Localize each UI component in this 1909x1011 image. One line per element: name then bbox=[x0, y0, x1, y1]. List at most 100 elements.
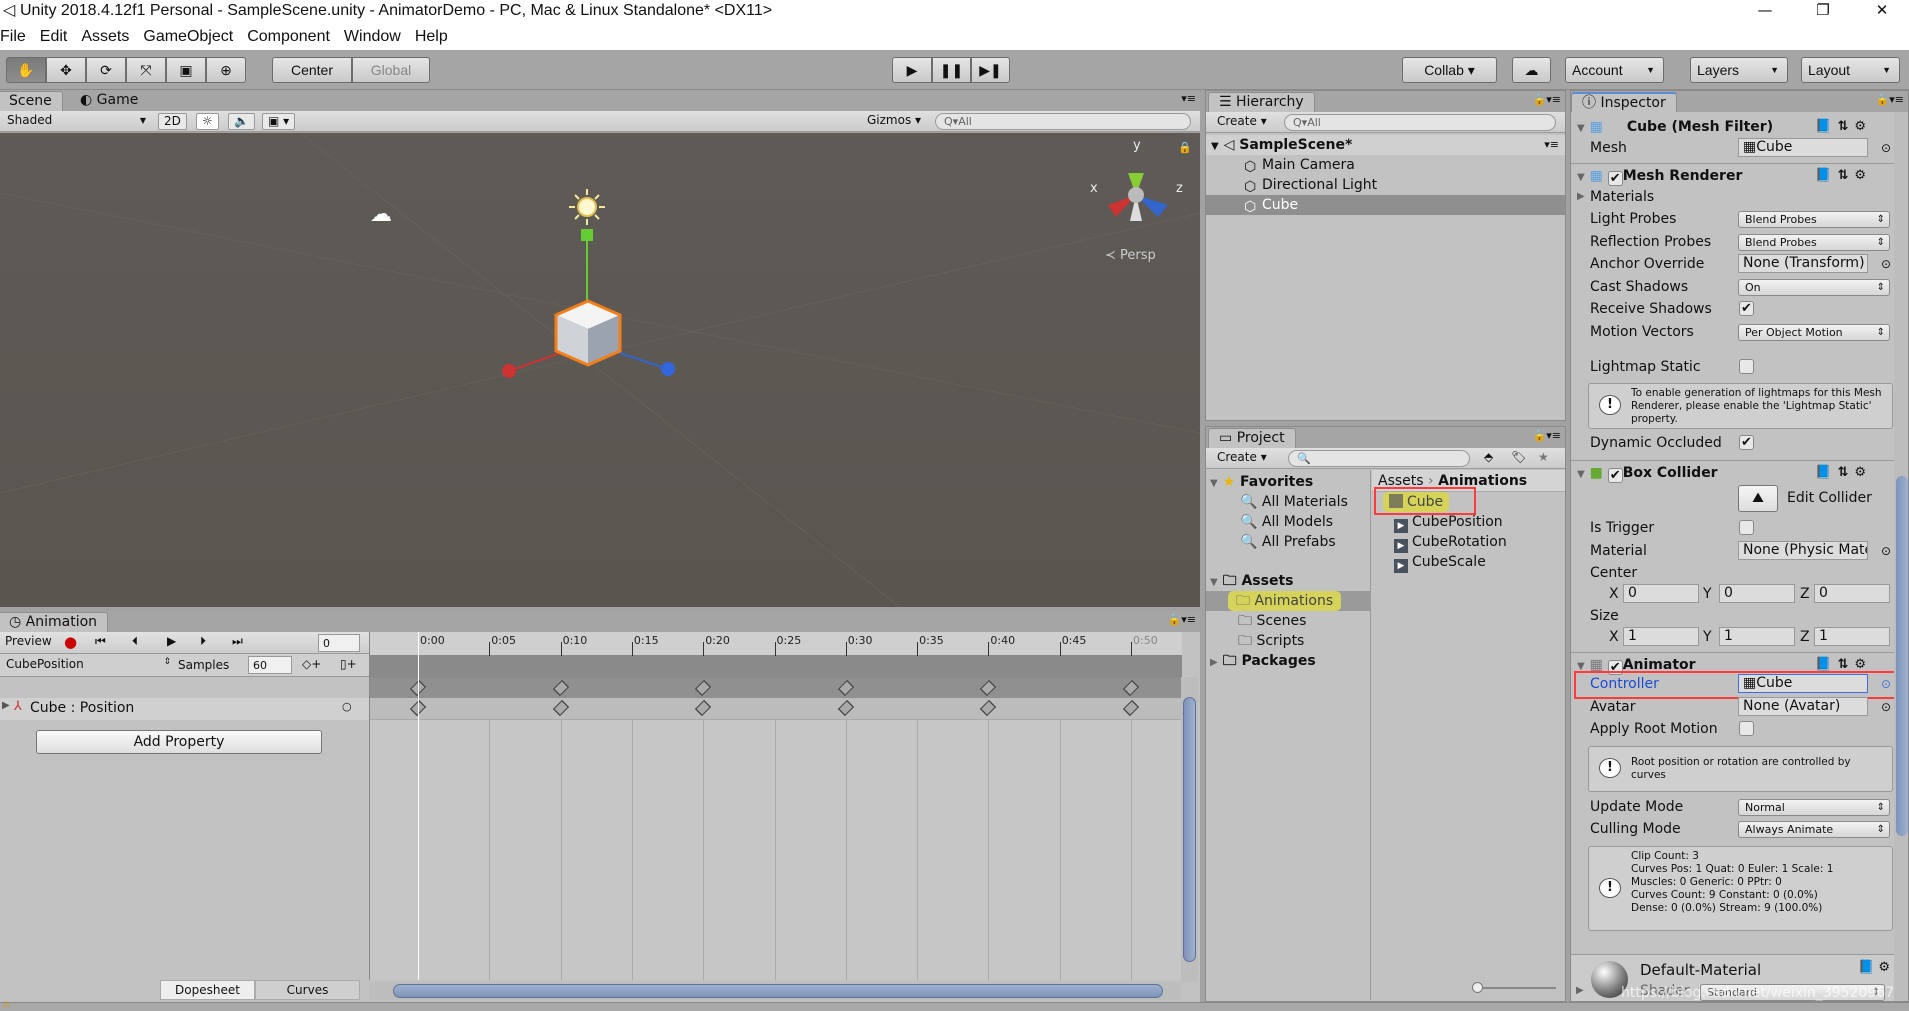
panel-menu-icon[interactable]: ▾≡ bbox=[1181, 92, 1196, 105]
account-dropdown[interactable]: Account ▼ bbox=[1565, 57, 1664, 83]
move-tool-icon[interactable]: ✥ bbox=[46, 57, 86, 83]
persp-label[interactable]: ≺ Persp bbox=[1105, 248, 1156, 263]
favorite-star-icon[interactable]: ★ bbox=[1538, 450, 1549, 464]
tab-inspector[interactable]: ⓘ Inspector bbox=[1571, 92, 1677, 112]
favorites-node[interactable]: ▼ ★ Favorites bbox=[1210, 472, 1313, 492]
rect-tool-icon[interactable]: ▣ bbox=[166, 57, 206, 83]
object-picker-icon[interactable]: ⊙ bbox=[1881, 541, 1891, 561]
cast-shadows-dropdown[interactable]: On bbox=[1738, 279, 1890, 296]
receive-shadows-checkbox[interactable]: ✔ bbox=[1739, 301, 1754, 316]
playhead[interactable] bbox=[418, 632, 419, 980]
light-probes-dropdown[interactable]: Blend Probes bbox=[1738, 211, 1890, 228]
menu-window[interactable]: Window bbox=[344, 28, 401, 45]
play-icon[interactable]: ▶ bbox=[167, 634, 176, 648]
panel-menu-icon[interactable]: 🔒▾≡ bbox=[1533, 93, 1561, 106]
next-key-icon[interactable]: ⏵ bbox=[200, 634, 206, 649]
2d-toggle[interactable]: 2D bbox=[158, 113, 187, 130]
collab-button[interactable]: Collab ▾ bbox=[1402, 57, 1497, 83]
tab-game[interactable]: ◐ Game bbox=[70, 91, 148, 111]
status-bar[interactable]: ⚠ bbox=[0, 1000, 1909, 1011]
is-trigger-checkbox[interactable] bbox=[1739, 520, 1754, 535]
scrollbar-thumb[interactable] bbox=[1896, 476, 1908, 836]
step-icon[interactable]: ▶❚ bbox=[971, 57, 1010, 83]
transform-tool-icon[interactable]: ⊕ bbox=[206, 57, 246, 83]
property-options-icon[interactable]: ○ bbox=[342, 700, 352, 713]
tab-project[interactable]: ▭ Project bbox=[1208, 428, 1296, 448]
cloud-icon[interactable]: ☁ bbox=[1512, 57, 1551, 83]
component-help-settings-icons[interactable]: 📘 ⚙ bbox=[1858, 960, 1890, 975]
prev-key-icon[interactable]: ⏴ bbox=[132, 634, 138, 649]
scrollbar-thumb[interactable] bbox=[393, 984, 1163, 998]
hierarchy-item[interactable]: ⬡ Main Camera bbox=[1206, 155, 1565, 175]
gizmos-dropdown[interactable]: Gizmos ▾ bbox=[862, 113, 926, 130]
keyframe-diamond[interactable] bbox=[980, 679, 997, 697]
hand-tool-icon[interactable]: ✋ bbox=[6, 57, 46, 83]
keyframe-diamond[interactable] bbox=[695, 699, 712, 717]
avatar-field[interactable]: None (Avatar) bbox=[1738, 697, 1868, 716]
hierarchy-item-selected[interactable]: ⬡ Cube bbox=[1206, 195, 1565, 215]
add-event-icon[interactable]: ▯+ bbox=[340, 657, 357, 671]
packages-node[interactable]: ▶ 🗀 Packages bbox=[1210, 651, 1316, 671]
tab-animation[interactable]: ◷ Animation bbox=[0, 612, 109, 632]
lightmap-static-checkbox[interactable] bbox=[1739, 359, 1754, 374]
sun-icon[interactable] bbox=[569, 189, 605, 225]
project-search-input[interactable]: 🔍 bbox=[1288, 450, 1470, 467]
folder-item[interactable]: 🗀 Scripts bbox=[1238, 631, 1304, 651]
filter-label-icon[interactable]: 🏷 bbox=[1511, 450, 1526, 464]
minimize-button[interactable]: — bbox=[1745, 0, 1785, 22]
hierarchy-search-input[interactable]: Q▾All bbox=[1284, 114, 1556, 131]
center-y-input[interactable]: 0 bbox=[1719, 584, 1795, 603]
keyframe-diamond[interactable] bbox=[552, 699, 569, 717]
vertical-scrollbar[interactable] bbox=[1181, 677, 1198, 982]
layout-dropdown[interactable]: Layout ▼ bbox=[1801, 57, 1900, 83]
dopesheet-tab[interactable]: Dopesheet bbox=[160, 980, 255, 1000]
scene-search-input[interactable]: Q▾All bbox=[935, 113, 1191, 130]
panel-menu-icon[interactable]: 🔒▾≡ bbox=[1533, 429, 1561, 442]
keyframe-diamond[interactable] bbox=[837, 679, 854, 697]
assets-node[interactable]: ▼ 🗀 Assets bbox=[1210, 571, 1293, 591]
add-keyframe-icon[interactable]: ◇+ bbox=[302, 657, 321, 671]
edit-collider-button[interactable]: ⛰ bbox=[1738, 485, 1778, 512]
close-button[interactable]: ✕ bbox=[1862, 0, 1902, 22]
menu-component[interactable]: Component bbox=[247, 28, 330, 45]
update-mode-dropdown[interactable]: Normal bbox=[1738, 799, 1890, 816]
component-help-settings-icons[interactable]: 📘⇅⚙ bbox=[1815, 164, 1872, 188]
audio-toggle-icon[interactable]: 🔈 bbox=[228, 113, 255, 130]
mesh-renderer-header[interactable]: ▼ ▦ ✔ Mesh Renderer 📘⇅⚙ bbox=[1571, 163, 1894, 187]
dopesheet-area[interactable]: 0:00 0:05 0:10 0:15 0:20 0:25 0:30 0:35 0:40 0:45… bbox=[369, 632, 1182, 980]
scene-menu-icon[interactable]: ▾≡ bbox=[1544, 135, 1559, 155]
reflection-probes-dropdown[interactable]: Blend Probes bbox=[1738, 234, 1890, 251]
keyframe-diamond[interactable] bbox=[837, 699, 854, 717]
cube-object[interactable] bbox=[554, 299, 622, 367]
object-picker-icon[interactable]: ⊙ bbox=[1881, 697, 1891, 717]
menu-help[interactable]: Help bbox=[415, 28, 448, 45]
center-x-input[interactable]: 0 bbox=[1623, 584, 1699, 603]
timeline-ruler[interactable]: 0:00 0:05 0:10 0:15 0:20 0:25 0:30 0:35 0:40 0:45… bbox=[370, 632, 1182, 656]
menu-assets[interactable]: Assets bbox=[81, 28, 129, 45]
frame-input[interactable]: 0 bbox=[318, 634, 360, 652]
size-x-input[interactable]: 1 bbox=[1623, 627, 1699, 646]
create-dropdown[interactable]: Create ▾ bbox=[1212, 450, 1272, 467]
tab-scene[interactable]: Scene bbox=[0, 91, 63, 111]
panel-menu-icon[interactable]: 🔒▾≡ bbox=[1876, 93, 1904, 106]
tab-hierarchy[interactable]: ☰ Hierarchy bbox=[1208, 92, 1315, 112]
folder-item[interactable]: 🗀 Scenes bbox=[1238, 611, 1306, 631]
preview-toggle[interactable]: Preview bbox=[0, 634, 57, 651]
box-collider-header[interactable]: ▼ ■ ✔ Box Collider 📘⇅⚙ bbox=[1571, 460, 1894, 484]
shading-dropdown[interactable]: Shaded ▼ bbox=[2, 113, 150, 130]
enabled-checkbox[interactable]: ✔ bbox=[1607, 468, 1623, 483]
keyframe-diamond[interactable] bbox=[1122, 679, 1140, 697]
center-z-input[interactable]: 0 bbox=[1814, 584, 1890, 603]
rotate-tool-icon[interactable]: ⟳ bbox=[86, 57, 126, 83]
panel-menu-icon[interactable]: 🔒▾≡ bbox=[1168, 613, 1196, 626]
menu-file[interactable]: File bbox=[0, 28, 26, 45]
icon-size-slider[interactable] bbox=[1472, 982, 1556, 993]
asset-item[interactable]: ▶ CubePosition bbox=[1394, 512, 1503, 533]
horizontal-scrollbar[interactable] bbox=[369, 982, 1181, 1000]
play-icon[interactable]: ▶ bbox=[892, 57, 932, 83]
culling-mode-dropdown[interactable]: Always Animate bbox=[1738, 821, 1890, 838]
object-picker-icon[interactable]: ⊙ bbox=[1881, 254, 1891, 274]
maximize-button[interactable]: ❐ bbox=[1803, 0, 1843, 22]
apply-root-motion-checkbox[interactable] bbox=[1739, 721, 1754, 736]
anchor-override-field[interactable]: None (Transform) bbox=[1738, 254, 1868, 273]
